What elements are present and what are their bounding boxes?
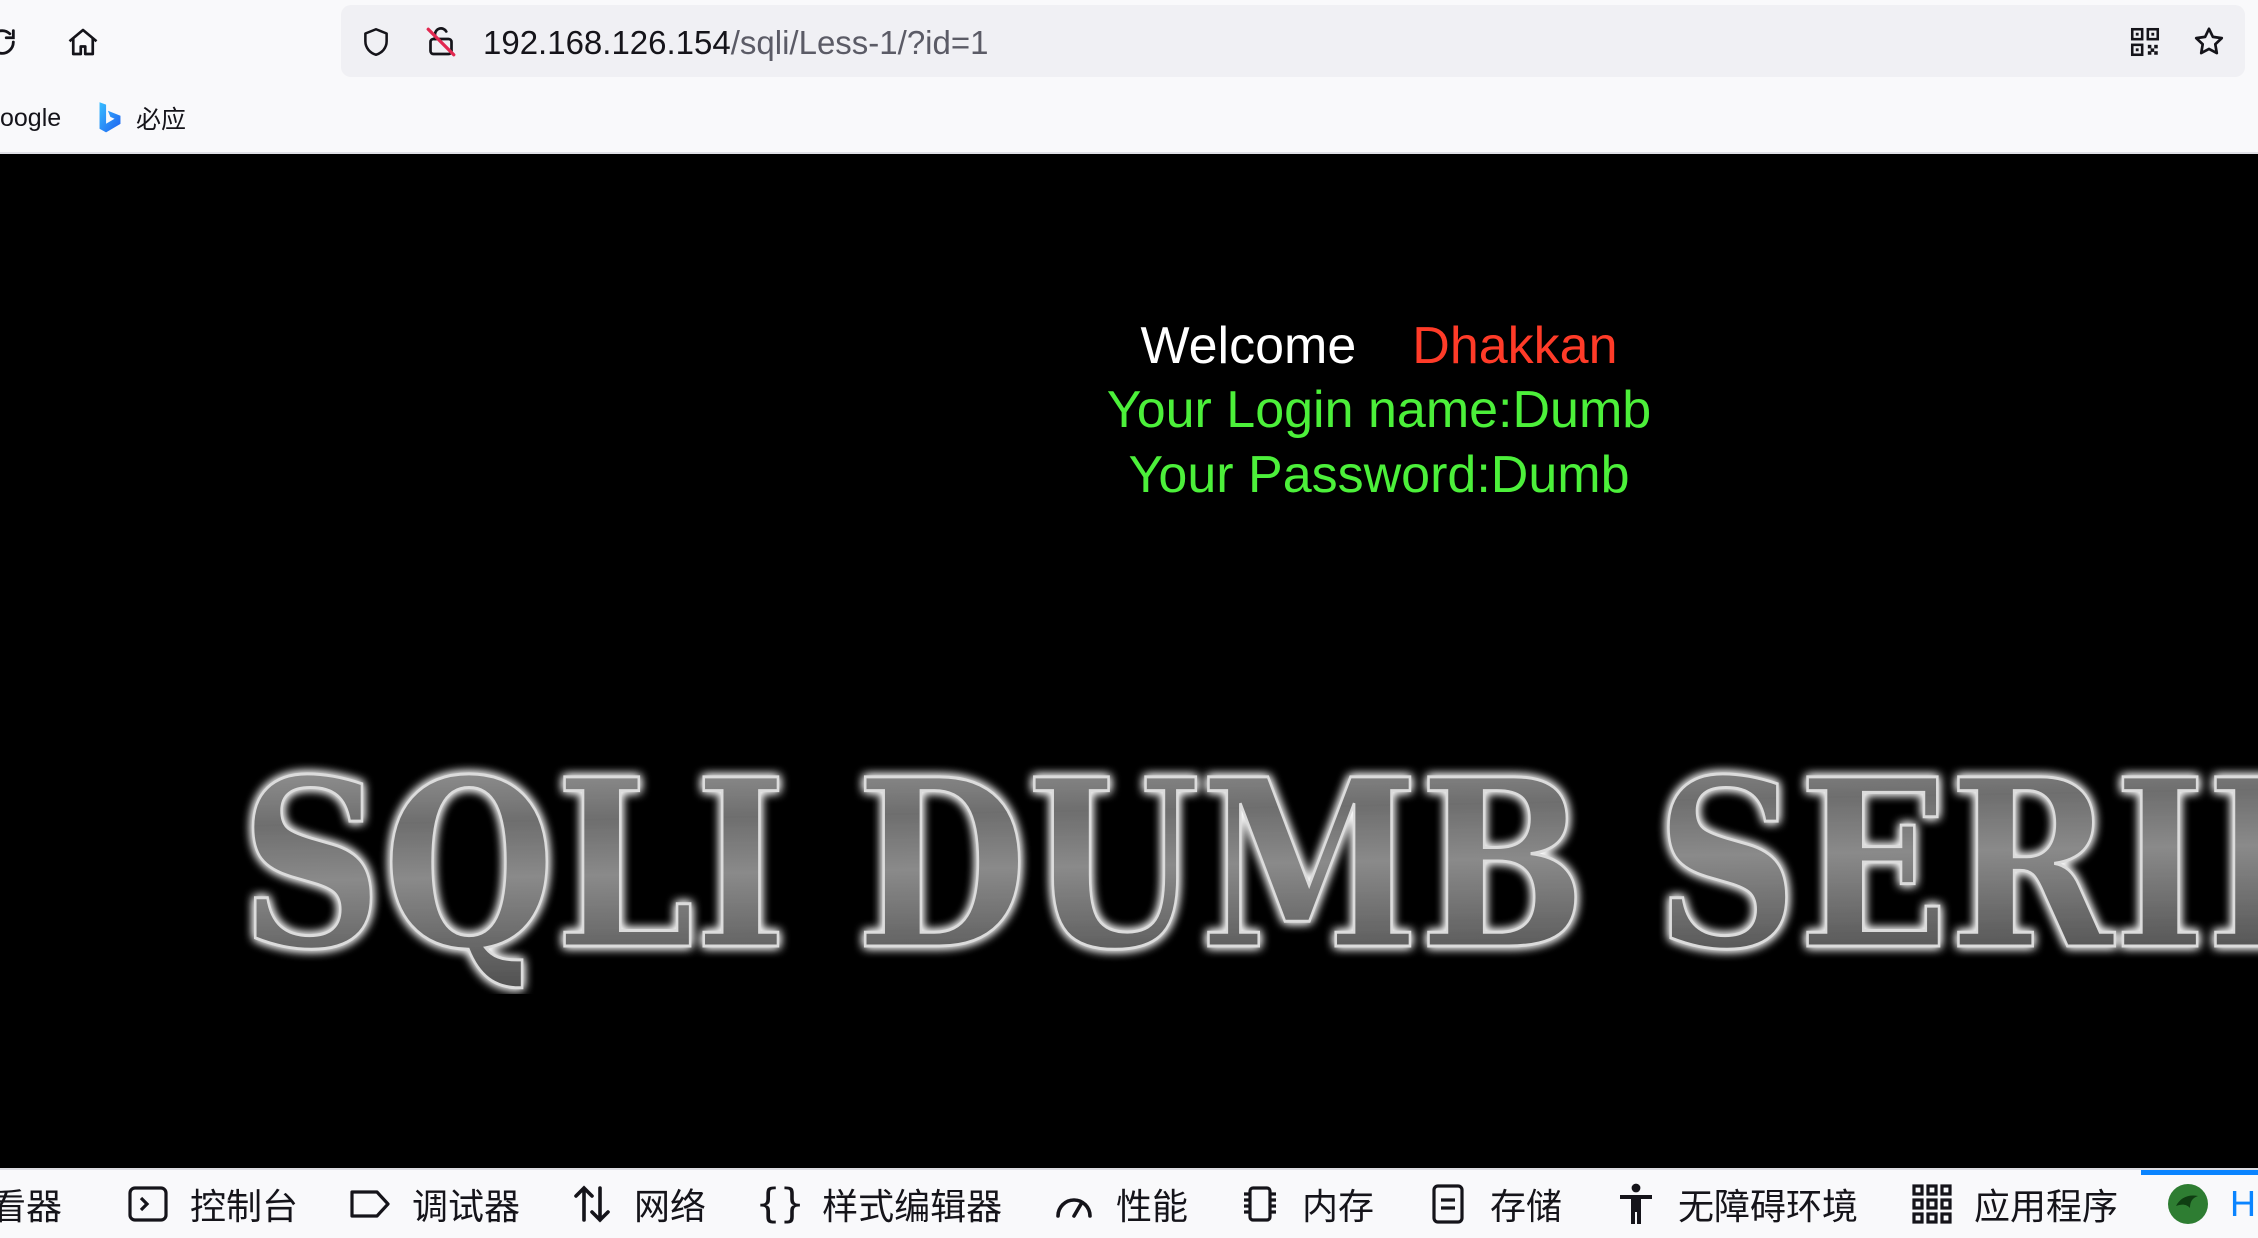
tab-storage-label: 存储 [1490, 1186, 1563, 1227]
qr-code-icon[interactable] [2125, 22, 2165, 62]
page-content: Welcome Dhakkan Your Login name:Dumb Your… [0, 154, 2258, 1168]
welcome-word: Welcome [1140, 317, 1357, 375]
tab-console-label: 控制台 [190, 1186, 299, 1227]
insecure-lock-icon[interactable] [421, 22, 461, 62]
url-path: /sqli/Less-1/?id=1 [730, 24, 989, 61]
sqli-dumb-series-banner: SQLI DUMB SERIES [240, 727, 2258, 995]
tab-style-editor[interactable]: {} 样式编辑器 [756, 1170, 1002, 1238]
tab-performance[interactable]: 性能 [1050, 1170, 1188, 1238]
tab-memory[interactable]: 内存 [1236, 1170, 1374, 1238]
reload-icon[interactable] [0, 18, 26, 66]
style-editor-icon: {} [756, 1181, 805, 1227]
tab-network-label: 网络 [634, 1186, 707, 1227]
banner-text: SQLI DUMB SERIES [240, 728, 2258, 994]
memory-icon [1244, 1186, 1276, 1222]
tab-inspector-label: 看器 [0, 1186, 63, 1227]
home-icon[interactable] [59, 18, 107, 66]
welcome-name: Dhakkan [1412, 317, 1618, 375]
url-text[interactable]: 192.168.126.154/sqli/Less-1/?id=1 [483, 23, 988, 63]
browser-toolbar: 192.168.126.154/sqli/Less-1/?id=1 [0, 0, 2258, 84]
welcome-line: Welcome Dhakkan [0, 315, 2258, 377]
tab-style-editor-label: 样式编辑器 [822, 1186, 1003, 1227]
url-bar[interactable]: 192.168.126.154/sqli/Less-1/?id=1 [341, 5, 2245, 77]
bookmark-bing-label: 必应 [136, 106, 187, 134]
bing-icon [96, 101, 124, 135]
accessibility-icon [1620, 1183, 1652, 1224]
storage-icon [1432, 1184, 1464, 1224]
debugger-icon [350, 1190, 390, 1218]
shield-icon[interactable] [356, 22, 396, 62]
bookmarks-toolbar: oogle 必应 [0, 84, 2258, 154]
bookmark-bing[interactable]: 必应 [96, 98, 186, 138]
devtools-tabbar: 看器 控制台 调试器 网络 {} 样式编辑器 性能 内存 [0, 1168, 2258, 1238]
tab-debugger[interactable]: 调试器 [346, 1170, 520, 1238]
tab-hackbar-label: H [2230, 1183, 2256, 1224]
bookmark-google[interactable]: oogle [0, 98, 61, 138]
tab-accessibility[interactable]: 无障碍环境 [1612, 1170, 1858, 1238]
console-icon [128, 1186, 168, 1222]
network-icon [574, 1185, 610, 1223]
performance-icon [1056, 1198, 1092, 1218]
tab-accessibility-label: 无障碍环境 [1678, 1186, 1859, 1227]
tab-debugger-label: 调试器 [412, 1186, 521, 1227]
application-icon [1912, 1184, 1952, 1224]
url-host: 192.168.126.154 [483, 24, 731, 61]
tab-storage[interactable]: 存储 [1424, 1170, 1562, 1238]
bookmark-google-label: oogle [0, 103, 62, 132]
tab-hackbar[interactable]: H [2164, 1170, 2256, 1238]
tab-network[interactable]: 网络 [568, 1170, 706, 1238]
bookmark-star-icon[interactable] [2189, 22, 2229, 62]
password-line: Your Password:Dumb [1128, 446, 1630, 504]
login-name-line: Your Login name:Dumb [1106, 381, 1652, 439]
hackbar-icon [2168, 1184, 2208, 1224]
tab-memory-label: 内存 [1302, 1186, 1375, 1227]
tab-inspector[interactable]: 看器 [0, 1170, 62, 1238]
tab-performance-label: 性能 [1116, 1186, 1189, 1227]
tab-console[interactable]: 控制台 [124, 1170, 298, 1238]
tab-application[interactable]: 应用程序 [1908, 1170, 2118, 1238]
tab-application-label: 应用程序 [1974, 1186, 2119, 1227]
